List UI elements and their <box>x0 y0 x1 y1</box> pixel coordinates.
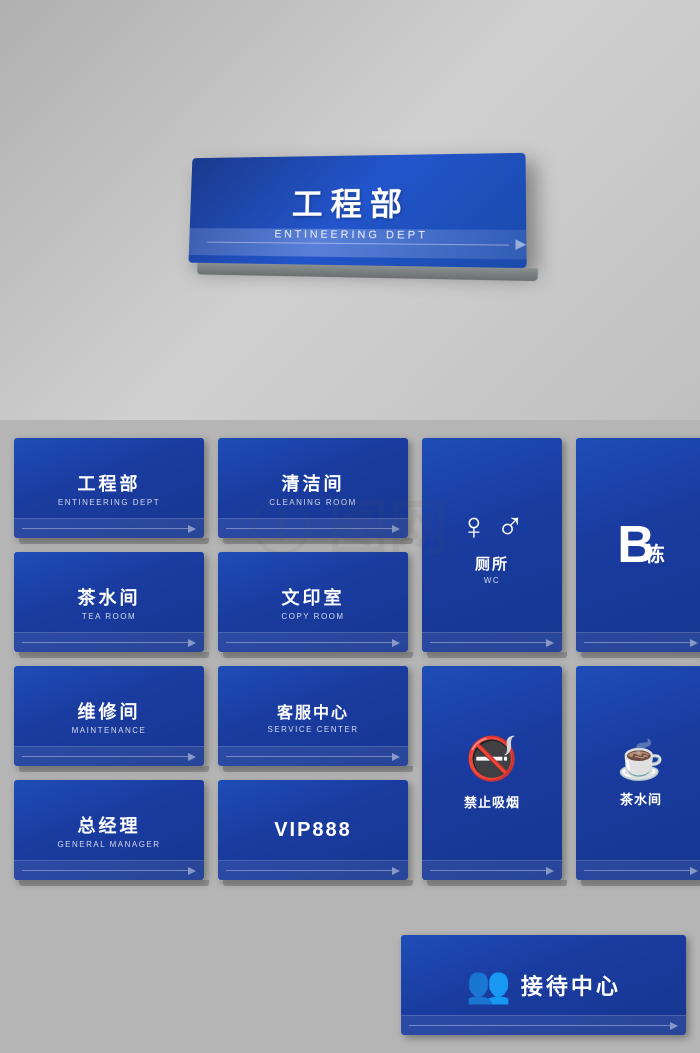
bar-arrow <box>392 867 400 875</box>
bar-arrow <box>188 639 196 647</box>
copy-cn: 文印室 <box>282 584 345 610</box>
engineering-dept-sign: 工程部 ENTINEERING DEPT <box>14 438 204 538</box>
depth <box>19 538 209 544</box>
tea-room2-sign: ☕ 茶水间 <box>576 666 700 880</box>
tea-room-sign: 茶水间 TEA ROOM <box>14 552 204 652</box>
bar-line <box>226 870 392 871</box>
coffee-icon: ☕ <box>617 739 664 783</box>
reception-sign: 👥 接待中心 <box>401 935 686 1035</box>
copy-en: COPY ROOM <box>281 612 344 621</box>
depth <box>581 652 700 658</box>
no-smoking-sign: 🚭 禁止吸烟 <box>422 666 562 880</box>
copy-room-sign: 文印室 COPY ROOM <box>218 552 408 652</box>
vip-sign: VIP888 <box>218 780 408 880</box>
maintenance-sign: 维修间 MAINTENANCE <box>14 666 204 766</box>
hero-sign: 工程部 ENTINEERING DEPT <box>188 153 526 268</box>
maintenance-cn: 维修间 <box>78 698 141 724</box>
depth <box>581 880 700 886</box>
gm-bottom-bar <box>14 860 204 880</box>
bar-arrow <box>188 753 196 761</box>
bar-line <box>226 756 392 757</box>
arrow-line <box>207 241 509 245</box>
hero-sign-strip <box>189 228 527 260</box>
cleaning-en: CLEANING ROOM <box>269 498 357 507</box>
bar-line <box>430 642 546 643</box>
engineering-bottom-bar <box>14 518 204 538</box>
bar-line <box>22 756 188 757</box>
depth <box>223 880 413 886</box>
tea-bottom-bar <box>14 632 204 652</box>
engineering-en: ENTINEERING DEPT <box>58 498 160 507</box>
hero-sign-chinese: 工程部 <box>292 179 411 226</box>
bar-arrow <box>392 525 400 533</box>
bar-arrow2 <box>670 1022 678 1030</box>
service-cn: 客服中心 <box>277 699 349 723</box>
bar-line <box>22 642 188 643</box>
gm-en: GENERAL MANAGER <box>57 840 160 849</box>
no-smoking-icon: 🚭 <box>466 735 518 784</box>
cleaning-room-sign: 清洁间 CLEANING ROOM <box>218 438 408 538</box>
depth <box>19 880 209 886</box>
service-center-sign: 客服中心 SERVICE CENTER <box>218 666 408 766</box>
maintenance-bottom-bar <box>14 746 204 766</box>
b-row: B 栋 <box>617 519 665 571</box>
bar-arrow <box>188 525 196 533</box>
depth <box>223 538 413 544</box>
bar-arrow <box>690 867 698 875</box>
b-bottom-bar <box>576 632 700 652</box>
woman-icon: ♀ <box>460 506 489 549</box>
depth <box>223 766 413 772</box>
toilet-cn: 厕所 <box>475 553 509 574</box>
toilet-icons: ♀ ♂ <box>460 506 525 549</box>
no-smoking-cn: 禁止吸烟 <box>464 792 520 811</box>
service-en: SERVICE CENTER <box>267 725 358 734</box>
depth <box>427 652 567 658</box>
cleaning-cn: 清洁间 <box>282 470 345 496</box>
bar-line <box>226 642 392 643</box>
tea-cn: 茶水间 <box>78 584 141 610</box>
b-chinese: 栋 <box>645 538 665 567</box>
depth <box>19 766 209 772</box>
toilet-sign: ♀ ♂ 厕所 WC <box>422 438 562 652</box>
reception-bottom-bar <box>401 1015 686 1035</box>
service-bottom-bar <box>218 746 408 766</box>
tea2-cn: 茶水间 <box>620 789 662 808</box>
arrow-head <box>515 239 526 250</box>
toilet-en: WC <box>484 576 500 585</box>
vip-bottom-bar <box>218 860 408 880</box>
bar-line <box>22 870 188 871</box>
vip-cn: VIP888 <box>274 819 352 842</box>
depth <box>19 652 209 658</box>
bar-arrow <box>546 867 554 875</box>
bar-arrow <box>546 639 554 647</box>
bar-line <box>226 528 392 529</box>
bar-line <box>584 870 690 871</box>
hero-section: ⓘ 图网 工程部 ENTINEERING DEPT <box>0 0 700 420</box>
engineering-cn: 工程部 <box>78 470 141 496</box>
depth <box>427 880 567 886</box>
no-smoking-bottom-bar <box>422 860 562 880</box>
tea2-bottom-bar <box>576 860 700 880</box>
bar-line <box>430 870 546 871</box>
reception-icon: 👥 <box>466 964 511 1006</box>
reception-cn: 接待中心 <box>521 969 621 1001</box>
bar-line <box>584 642 690 643</box>
man-icon: ♂ <box>496 506 525 549</box>
bar-arrow <box>392 639 400 647</box>
bar-line2 <box>409 1025 670 1026</box>
bar-arrow <box>188 867 196 875</box>
tea-en: TEA ROOM <box>82 612 136 621</box>
bar-arrow <box>690 639 698 647</box>
depth <box>223 652 413 658</box>
toilet-bottom-bar <box>422 632 562 652</box>
cleaning-bottom-bar <box>218 518 408 538</box>
copy-bottom-bar <box>218 632 408 652</box>
maintenance-en: MAINTENANCE <box>72 726 147 735</box>
bar-line <box>22 528 188 529</box>
general-manager-sign: 总经理 GENERAL MANAGER <box>14 780 204 880</box>
hero-sign-wrapper: 工程部 ENTINEERING DEPT <box>188 153 526 268</box>
gm-cn: 总经理 <box>78 812 141 838</box>
b-building-sign: B 栋 <box>576 438 700 652</box>
bar-arrow <box>392 753 400 761</box>
